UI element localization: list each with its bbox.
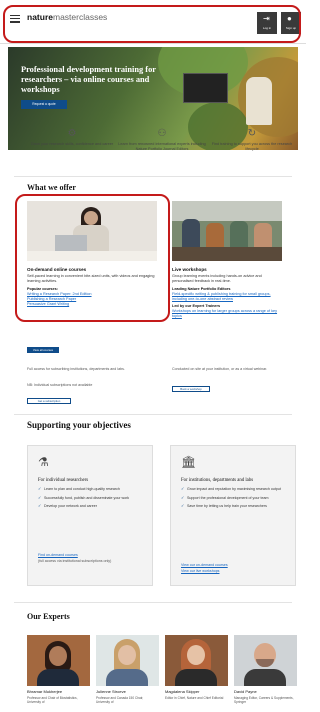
expert-name[interactable]: Magdalena Skipper (165, 689, 199, 694)
offer-heading: What we offer (27, 183, 76, 192)
live-workshop-desc: Group learning events including hands-on… (172, 274, 262, 283)
feature-experts: ⚇ Learn from renowned international expe… (118, 128, 206, 151)
institution-benefit-1: Grow impact and reputation by maximising… (181, 487, 291, 492)
highlight-online-courses (15, 194, 170, 322)
researcher-image (246, 77, 272, 125)
divider (14, 602, 292, 603)
institution-panel-title: For institutions, departments and labs (181, 478, 254, 483)
institution-icon: 🏛 (181, 455, 197, 469)
divider (14, 414, 292, 415)
expert-photo (96, 635, 159, 686)
workshop-conducted-text: Conducted on site at your institution, o… (172, 367, 268, 371)
expert-name[interactable]: Bhramar Mukherjee (27, 689, 62, 694)
expert-photo (165, 635, 228, 686)
expert-role: Professor and Chair of Biostatistics, Un… (27, 696, 78, 704)
view-all-courses-button[interactable]: View all courses (27, 347, 59, 353)
experts-heading: Our Experts (27, 612, 70, 621)
live-workshop-card: Live workshops Group learning events inc… (172, 267, 284, 319)
expert-name[interactable]: David Payne (234, 689, 257, 694)
book-workshop-button[interactable]: Book a workshop (172, 386, 210, 392)
laptop-image (183, 73, 228, 103)
find-courses-link[interactable]: Find on-demand courses (38, 553, 78, 558)
expert-name[interactable]: Julienne Stroeve (96, 689, 126, 694)
divider (14, 176, 292, 177)
individual-panel-title: For individual researchers (38, 478, 89, 483)
individual-researchers-panel: ⚗ For individual researchers Learn to pl… (27, 445, 153, 586)
expert-photo (27, 635, 90, 686)
individual-benefit-1: Learn to plan and conduct high-quality r… (38, 487, 148, 492)
hero-title: Professional development training for re… (21, 65, 156, 94)
medal-icon: ⚙ (67, 128, 77, 139)
full-access-note: (full access via institutional subscript… (38, 559, 112, 563)
feature-skills: ⚙ Grow your research skills, confidence … (30, 128, 114, 146)
people-icon: ⚇ (157, 128, 167, 139)
expert-role: Professor and Canada 150 Chair, Universi… (96, 696, 144, 704)
expert-role: Managing Editor, Careers & Supplements, … (234, 696, 294, 704)
individual-benefit-2: Successfully fund, publish and dissemina… (38, 496, 148, 501)
request-quote-button[interactable]: Request a quote (21, 100, 67, 109)
view-courses-link[interactable]: View our on-demand courses (181, 563, 228, 568)
institution-benefit-3: Save time by letting us help train your … (181, 504, 291, 509)
objectives-heading: Supporting your objectives (27, 420, 131, 430)
subscription-access-text: Full access for subscribing institutions… (27, 367, 125, 371)
workshop-image (172, 201, 282, 261)
leading-editors-link[interactable]: Field-specific writing & publishing trai… (172, 292, 284, 302)
individual-subscription-note: NB: Individual subscriptions not availab… (27, 383, 93, 387)
feature-lifecycle: ↻ Find training to support you across th… (211, 128, 293, 151)
institution-benefit-2: Support the professional development of … (181, 496, 291, 501)
live-workshop-title: Live workshops (172, 267, 207, 272)
expert-role: Editor in Chief, Nature and Chief Editor… (165, 696, 224, 700)
highlight-header (3, 5, 301, 43)
researcher-icon: ⚗ (38, 455, 49, 469)
expert-trainers-link[interactable]: Workshops on learning for larger groups … (172, 309, 284, 319)
view-workshops-link[interactable]: View our live workshops (181, 569, 219, 574)
individual-benefit-3: Develop your network and career (38, 504, 148, 509)
get-subscription-button[interactable]: Get a subscription (27, 398, 71, 404)
institutions-panel: 🏛 For institutions, departments and labs… (170, 445, 296, 586)
lifecycle-icon: ↻ (247, 128, 257, 139)
expert-photo (234, 635, 297, 686)
